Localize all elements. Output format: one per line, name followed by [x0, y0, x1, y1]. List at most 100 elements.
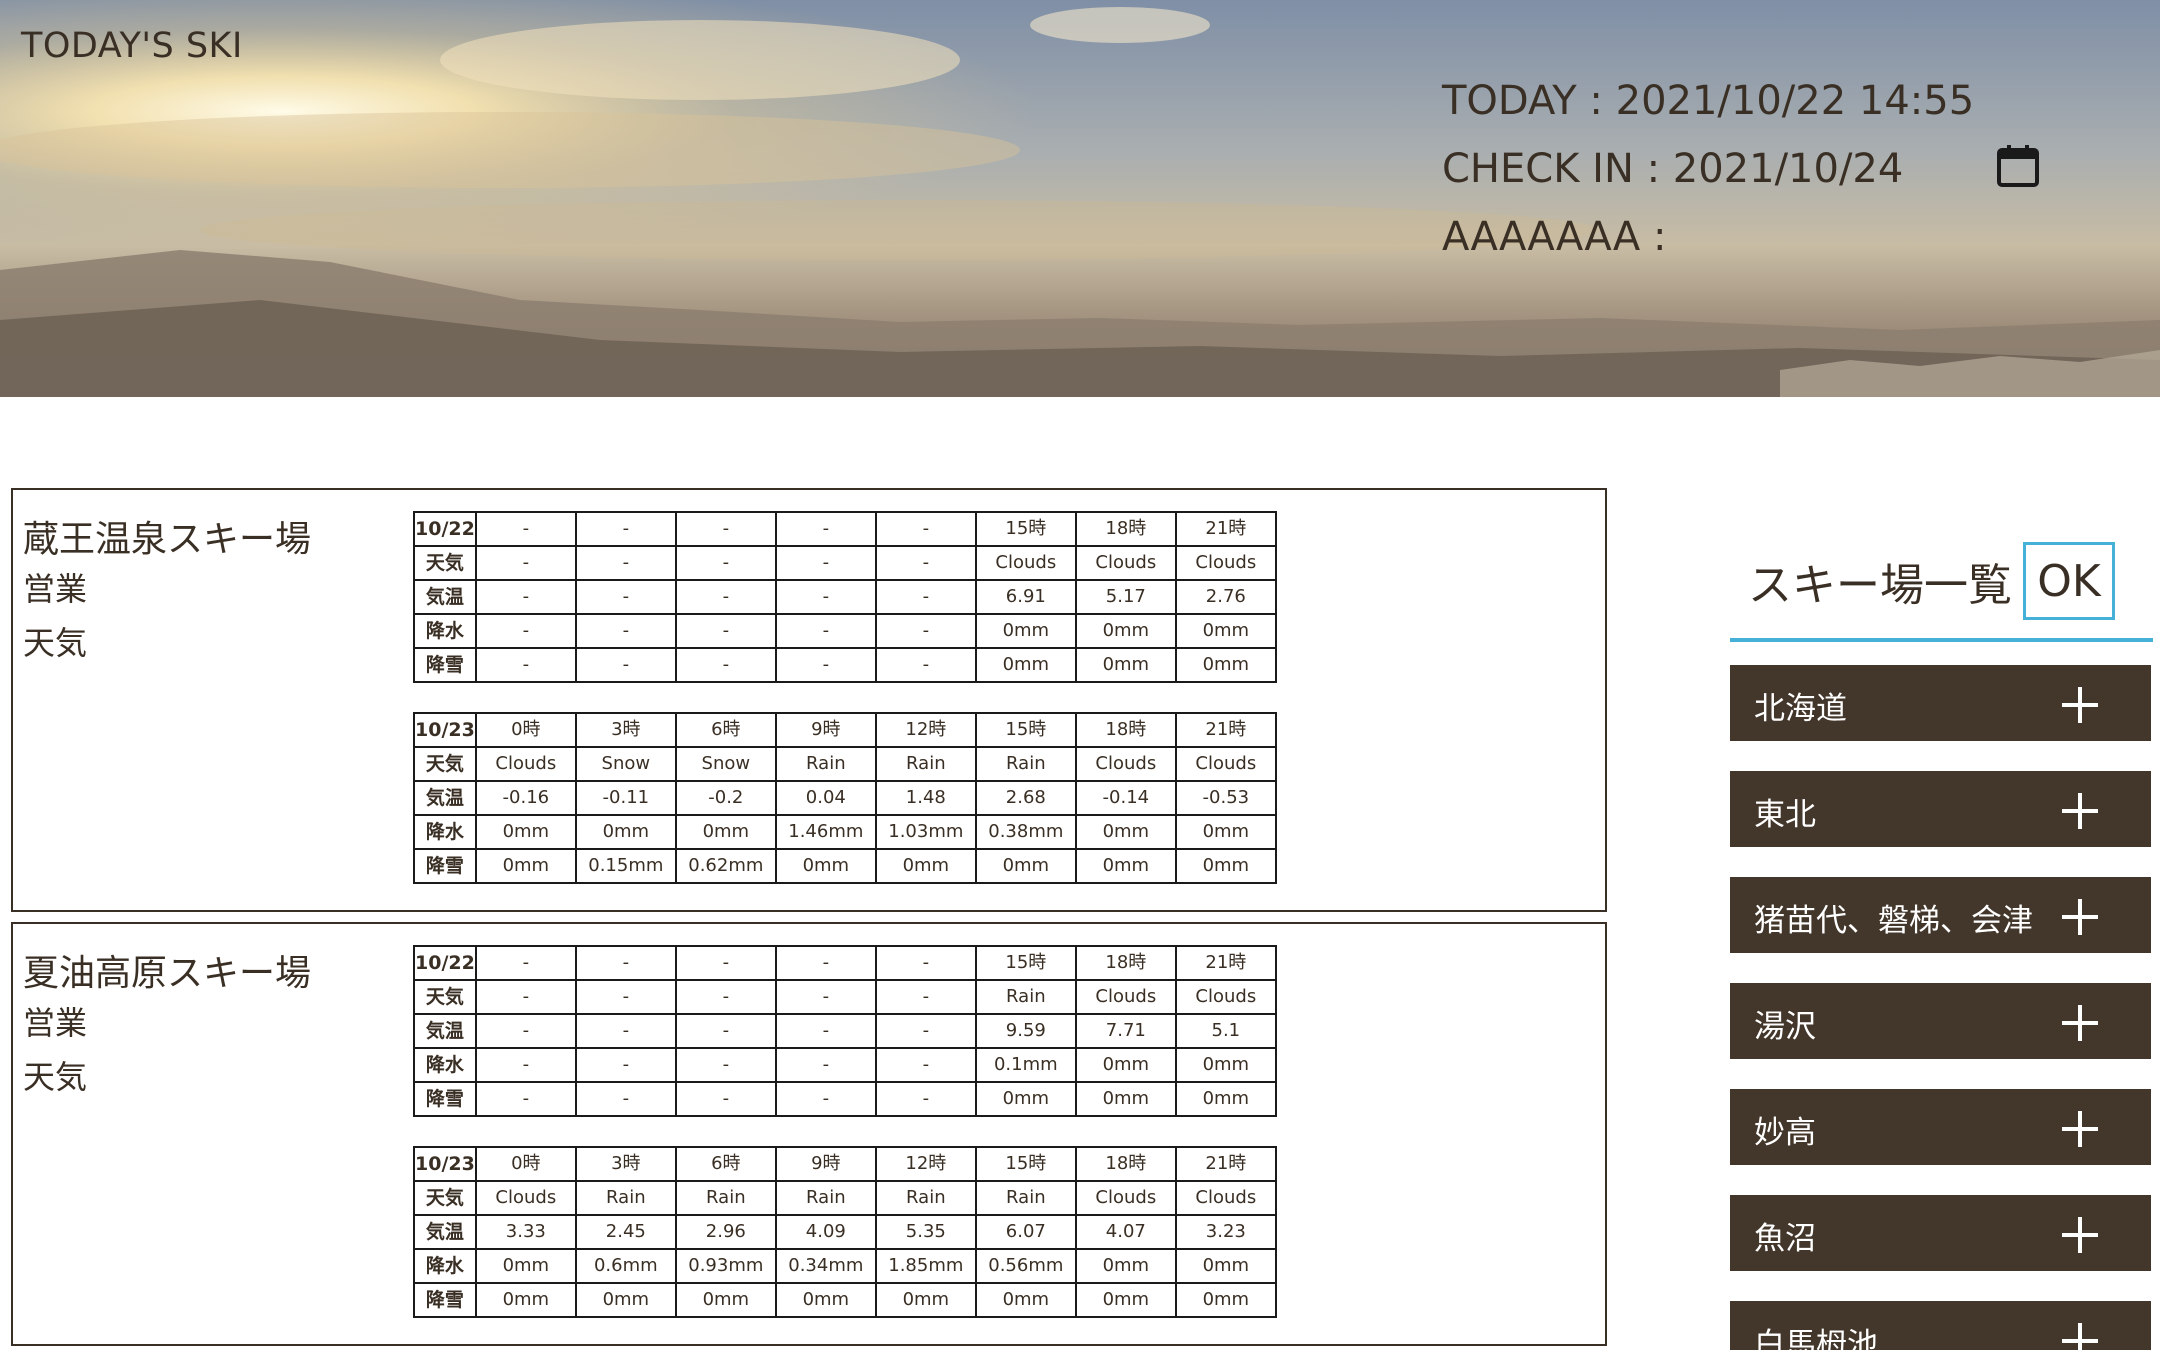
weather-cell: 0mm [1074, 1282, 1177, 1318]
weather-row: 天気 - - - - - Rain Clouds Clouds [413, 979, 1277, 1015]
header-banner: TODAY'S SKI TODAY : 2021/10/22 14:55 CHE… [0, 0, 2160, 397]
weather-cell: 0mm [1174, 1248, 1277, 1284]
header-info: TODAY : 2021/10/22 14:55 CHECK IN : 2021… [1442, 72, 1974, 276]
region-accordion-inawashiro[interactable]: 猪苗代、磐梯、会津 [1730, 877, 2151, 953]
resort-name[interactable]: 夏油高原スキー場 [23, 944, 311, 996]
time-cell: 3時 [574, 712, 677, 748]
resort-name[interactable]: 蔵王温泉スキー場 [23, 510, 311, 562]
weather-cell: 5.35 [874, 1214, 977, 1250]
region-label: 白馬栂池 [1754, 1327, 1878, 1350]
weather-cell: 0.93mm [674, 1248, 777, 1284]
time-cell: 6時 [674, 1146, 777, 1182]
time-cell: 15時 [974, 712, 1077, 748]
weather-cell: -0.11 [574, 780, 677, 816]
weather-cell: Clouds [1074, 545, 1177, 581]
weather-cell: -0.53 [1174, 780, 1277, 816]
weather-row: 気温 3.33 2.45 2.96 4.09 5.35 6.07 4.07 3.23 [413, 1214, 1277, 1250]
weather-cell: - [674, 1047, 777, 1083]
row-label-cell: 降雪 [413, 848, 477, 884]
plus-icon[interactable] [2062, 1217, 2098, 1253]
weather-row: 降水 0mm 0mm 0mm 1.46mm 1.03mm 0.38mm 0mm 0mm [413, 814, 1277, 850]
weather-row: 気温 - - - - -9.59 7.71 5.1 [413, 1013, 1277, 1049]
weather-cell: Rain [774, 746, 877, 782]
weather-cell: - [874, 979, 977, 1015]
weather-cell: Rain [574, 1180, 677, 1216]
region-accordion-hakuba[interactable]: 白馬栂池 [1730, 1301, 2151, 1350]
weather-cell: - [774, 647, 877, 683]
date-cell: 10/23 [413, 1146, 477, 1182]
weather-cell: 5.1 [1174, 1013, 1277, 1049]
weather-cell: Clouds [1174, 1180, 1277, 1216]
brand-title[interactable]: TODAY'S SKI [21, 26, 243, 66]
row-label-cell: 降水 [413, 613, 477, 649]
weather-cell: 6.91 [974, 579, 1077, 615]
weather-cell: - [774, 979, 877, 1015]
weather-cell: 2.76 [1174, 579, 1277, 615]
time-cell: 9時 [774, 1146, 877, 1182]
row-label-cell: 天気 [413, 545, 477, 581]
weather-cell: - [574, 1047, 677, 1083]
resort-card: 蔵王温泉スキー場 営業 天気 10/22- - - - -15時 18時 21時 天気 - - - -… [11, 488, 1607, 912]
weather-cell: 0mm [1174, 613, 1277, 649]
plus-icon[interactable] [2062, 1111, 2098, 1147]
weather-cell: - [674, 647, 777, 683]
weather-cell: 0.6mm [574, 1248, 677, 1284]
time-cell: 0時 [474, 712, 577, 748]
weather-cell: - [574, 579, 677, 615]
time-cell: 18時 [1074, 1146, 1177, 1182]
weather-cell: - [574, 545, 677, 581]
weather-cell: Clouds [1174, 545, 1277, 581]
ok-button[interactable]: OK [2023, 542, 2115, 620]
weather-cell: - [774, 545, 877, 581]
weather-cell: Rain [874, 1180, 977, 1216]
plus-icon[interactable] [2062, 899, 2098, 935]
weather-cell: 0mm [1074, 848, 1177, 884]
weather-cell: - [874, 1081, 977, 1117]
weather-cell: 0mm [1174, 647, 1277, 683]
time-cell: - [574, 511, 677, 547]
weather-cell: Clouds [1074, 979, 1177, 1015]
region-accordion-tohoku[interactable]: 東北 [1730, 771, 2151, 847]
weather-cell: 0mm [874, 1282, 977, 1318]
weather-cell: 0.1mm [974, 1047, 1077, 1083]
weather-cell: -0.16 [474, 780, 577, 816]
weather-cell: 2.96 [674, 1214, 777, 1250]
weather-cell: 3.33 [474, 1214, 577, 1250]
time-cell: 12時 [874, 1146, 977, 1182]
region-accordion-yuzawa[interactable]: 湯沢 [1730, 983, 2151, 1059]
weather-cell: 0mm [1174, 1047, 1277, 1083]
weather-cell: 1.85mm [874, 1248, 977, 1284]
weather-cell: 0mm [674, 814, 777, 850]
weather-cell: - [674, 545, 777, 581]
time-cell: 3時 [574, 1146, 677, 1182]
weather-cell: 4.07 [1074, 1214, 1177, 1250]
row-label-cell: 降雪 [413, 1081, 477, 1117]
row-label-cell: 気温 [413, 1013, 477, 1049]
weather-cell: - [874, 1047, 977, 1083]
weather-cell: - [674, 1013, 777, 1049]
plus-icon[interactable] [2062, 687, 2098, 723]
today-datetime: TODAY : 2021/10/22 14:55 [1442, 78, 1975, 124]
weather-cell: 0mm [474, 1248, 577, 1284]
plus-icon[interactable] [2062, 1323, 2098, 1350]
row-label-cell: 天気 [413, 1180, 477, 1216]
region-accordion-uonuma[interactable]: 魚沼 [1730, 1195, 2151, 1271]
region-accordion-hokkaido[interactable]: 北海道 [1730, 665, 2151, 741]
time-cell: - [874, 511, 977, 547]
weather-cell: 0.04 [774, 780, 877, 816]
weather-cell: 3.23 [1174, 1214, 1277, 1250]
weather-cell: - [774, 1013, 877, 1049]
weather-row: 天気 - - - - - Clouds Clouds Clouds [413, 545, 1277, 581]
weather-cell: - [874, 613, 977, 649]
time-cell: 15時 [974, 1146, 1077, 1182]
extra-field-label: AAAAAAA : [1442, 214, 1667, 260]
plus-icon[interactable] [2062, 793, 2098, 829]
time-cell: 12時 [874, 712, 977, 748]
region-accordion-myoko[interactable]: 妙高 [1730, 1089, 2151, 1165]
time-cell: - [574, 945, 677, 981]
weather-cell: 7.71 [1074, 1013, 1177, 1049]
weather-row: 降雪 0mm 0.15mm 0.62mm 0mm 0mm 0mm 0mm 0mm [413, 848, 1277, 884]
calendar-icon[interactable] [1996, 144, 2040, 188]
plus-icon[interactable] [2062, 1005, 2098, 1041]
weather-row: 降雪 - - - - -0mm 0mm 0mm [413, 1081, 1277, 1117]
